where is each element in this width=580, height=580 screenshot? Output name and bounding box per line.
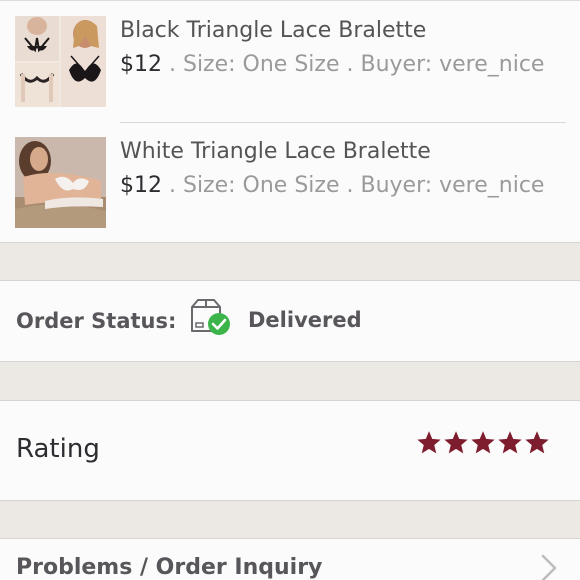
star-icon <box>525 431 549 454</box>
order-inquiry-row[interactable]: Problems / Order Inquiry <box>0 538 580 580</box>
order-details-screen: Black Triangle Lace Bralette $12 . Size:… <box>0 0 580 580</box>
product-title[interactable]: Black Triangle Lace Bralette <box>120 18 426 43</box>
star-icon <box>444 431 468 454</box>
star-icon <box>498 431 522 454</box>
order-inquiry-label[interactable]: Problems / Order Inquiry <box>16 555 322 580</box>
box-delivered-icon <box>189 298 233 338</box>
order-status-value: Delivered <box>248 308 362 332</box>
star-rating <box>417 431 549 457</box>
order-item[interactable]: White Triangle Lace Bralette $12 . Size:… <box>0 122 580 242</box>
product-thumbnail[interactable] <box>15 16 106 107</box>
chevron-right-icon[interactable] <box>540 553 558 580</box>
order-status-card: Order Status: Delivered <box>0 280 580 362</box>
product-details: . Size: One Size . Buyer: vere_nice <box>162 52 545 77</box>
product-thumbnail[interactable] <box>15 137 106 228</box>
product-meta: $12 . Size: One Size . Buyer: vere_nice <box>120 173 544 198</box>
product-price: $12 <box>120 173 162 198</box>
star-icon <box>471 431 495 454</box>
product-price: $12 <box>120 52 162 77</box>
order-items-card: Black Triangle Lace Bralette $12 . Size:… <box>0 0 580 243</box>
rating-label: Rating <box>16 434 100 464</box>
order-status-label: Order Status: <box>16 309 177 333</box>
product-details: . Size: One Size . Buyer: vere_nice <box>162 173 545 198</box>
product-title[interactable]: White Triangle Lace Bralette <box>120 139 431 164</box>
order-item[interactable]: Black Triangle Lace Bralette $12 . Size:… <box>0 1 580 121</box>
star-icon <box>417 431 441 454</box>
product-meta: $12 . Size: One Size . Buyer: vere_nice <box>120 52 544 77</box>
rating-card: Rating <box>0 400 580 501</box>
